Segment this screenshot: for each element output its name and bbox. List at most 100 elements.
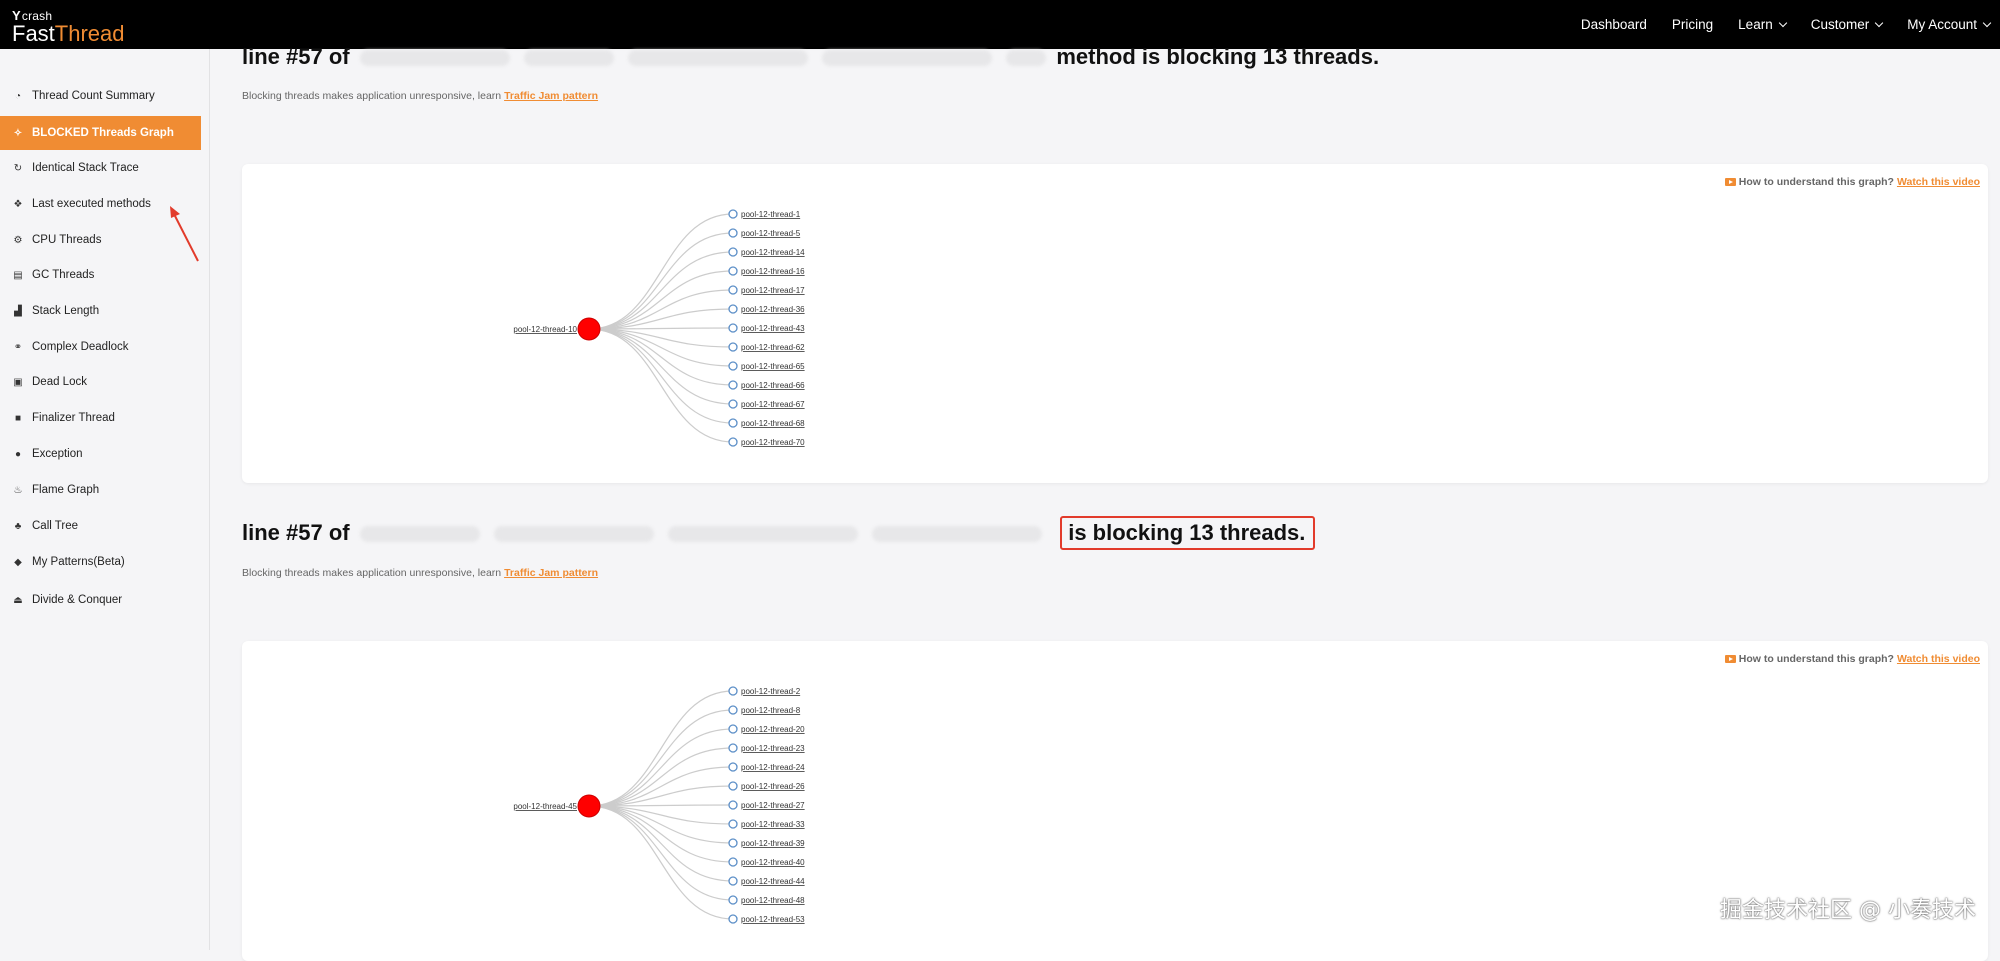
sidebar-item-identical-stack-trace[interactable]: ↻Identical Stack Trace <box>0 151 201 185</box>
blocked-thread-node[interactable] <box>729 877 737 885</box>
blocked-thread-node[interactable] <box>729 782 737 790</box>
blocked-graph-card: How to understand this graph? Watch this… <box>242 164 1988 483</box>
blocked-thread-label[interactable]: pool-12-thread-70 <box>741 438 805 447</box>
chevron-down-icon <box>1983 18 1991 26</box>
redacted-text <box>872 526 1042 542</box>
section-heading: line #57 of is blocking 13 threads. <box>242 516 1315 550</box>
sidebar-item-flame-graph[interactable]: ♨Flame Graph <box>0 473 201 507</box>
blocked-thread-label[interactable]: pool-12-thread-53 <box>741 915 805 924</box>
blocked-thread-node[interactable] <box>729 324 737 332</box>
blocked-thread-node[interactable] <box>729 305 737 313</box>
blocked-thread-node[interactable] <box>729 896 737 904</box>
blocked-thread-label[interactable]: pool-12-thread-16 <box>741 267 805 276</box>
fastthread-logo[interactable]: Ycrash FastThread <box>12 8 125 46</box>
nav-my-account[interactable]: My Account <box>1907 17 1990 32</box>
sidebar-item-my-patterns-beta[interactable]: ◆My Patterns(Beta) <box>0 545 201 579</box>
blocked-thread-node[interactable] <box>729 744 737 752</box>
blocked-thread-node[interactable] <box>729 210 737 218</box>
blocked-thread-label[interactable]: pool-12-thread-24 <box>741 763 805 772</box>
link-icon: ⚭ <box>12 341 24 353</box>
blocked-thread-label[interactable]: pool-12-thread-33 <box>741 820 805 829</box>
blocked-thread-label[interactable]: pool-12-thread-27 <box>741 801 805 810</box>
blocked-thread-node[interactable] <box>729 400 737 408</box>
blocker-thread-label[interactable]: pool-12-thread-10 <box>513 325 577 334</box>
graph-link <box>589 329 733 423</box>
graph-link <box>589 710 733 806</box>
nav-label: Dashboard <box>1581 17 1647 32</box>
sidebar-item-complex-deadlock[interactable]: ⚭Complex Deadlock <box>0 330 201 364</box>
nav-pricing[interactable]: Pricing <box>1672 17 1713 32</box>
sidebar-item-blocked-threads-graph[interactable]: ✧BLOCKED Threads Graph <box>0 116 201 150</box>
section-heading: line #57 of method is blocking 13 thread… <box>242 44 1379 70</box>
dashboard-icon: ◔ <box>12 90 24 102</box>
blocked-thread-node[interactable] <box>729 419 737 427</box>
blocked-thread-node[interactable] <box>729 438 737 446</box>
blocked-thread-label[interactable]: pool-12-thread-5 <box>741 229 801 238</box>
blocked-thread-label[interactable]: pool-12-thread-8 <box>741 706 801 715</box>
blocked-thread-label[interactable]: pool-12-thread-68 <box>741 419 805 428</box>
blocked-thread-node[interactable] <box>729 286 737 294</box>
sidebar-item-thread-count-summary[interactable]: ◔Thread Count Summary <box>0 79 201 113</box>
lock-icon: ▣ <box>12 376 24 388</box>
blocked-thread-label[interactable]: pool-12-thread-66 <box>741 381 805 390</box>
redacted-text <box>360 50 510 66</box>
graph-link <box>589 748 733 806</box>
redacted-text <box>668 526 858 542</box>
graph-link <box>589 233 733 329</box>
sidebar-item-label: Last executed methods <box>32 198 151 210</box>
blocked-thread-label[interactable]: pool-12-thread-67 <box>741 400 805 409</box>
sidebar-item-label: Identical Stack Trace <box>32 162 139 174</box>
blocked-thread-label[interactable]: pool-12-thread-65 <box>741 362 805 371</box>
nav-customer[interactable]: Customer <box>1811 17 1883 32</box>
blocked-thread-node[interactable] <box>729 229 737 237</box>
blocked-thread-node[interactable] <box>729 248 737 256</box>
blocked-thread-node[interactable] <box>729 858 737 866</box>
graph-link <box>589 806 733 843</box>
graph-link <box>589 806 733 881</box>
sidebar-item-dead-lock[interactable]: ▣Dead Lock <box>0 365 201 399</box>
sidebar-item-divide-conquer[interactable]: ⏏Divide & Conquer <box>0 583 201 617</box>
blocker-thread-node[interactable] <box>578 795 600 817</box>
blocker-thread-label[interactable]: pool-12-thread-45 <box>513 802 577 811</box>
blocked-thread-label[interactable]: pool-12-thread-26 <box>741 782 805 791</box>
flame-icon: ♨ <box>12 484 24 496</box>
square-icon: ■ <box>12 412 24 424</box>
blocked-thread-label[interactable]: pool-12-thread-43 <box>741 324 805 333</box>
redacted-text <box>1006 50 1046 66</box>
blocked-thread-node[interactable] <box>729 725 737 733</box>
blocked-thread-node[interactable] <box>729 362 737 370</box>
blocked-thread-node[interactable] <box>729 267 737 275</box>
blocked-thread-node[interactable] <box>729 763 737 771</box>
sidebar-item-stack-length[interactable]: ▟Stack Length <box>0 294 201 328</box>
blocked-thread-label[interactable]: pool-12-thread-2 <box>741 687 801 696</box>
blocked-thread-node[interactable] <box>729 839 737 847</box>
blocked-thread-label[interactable]: pool-12-thread-23 <box>741 744 805 753</box>
traffic-jam-link[interactable]: Traffic Jam pattern <box>504 567 598 579</box>
blocked-thread-label[interactable]: pool-12-thread-14 <box>741 248 805 257</box>
top-navbar: Ycrash FastThread Dashboard Pricing Lear… <box>0 0 2000 49</box>
blocked-thread-node[interactable] <box>729 343 737 351</box>
sidebar-item-exception[interactable]: ●Exception <box>0 437 201 471</box>
blocked-thread-node[interactable] <box>729 706 737 714</box>
blocked-thread-label[interactable]: pool-12-thread-17 <box>741 286 805 295</box>
blocked-thread-label[interactable]: pool-12-thread-48 <box>741 896 805 905</box>
blocked-thread-node[interactable] <box>729 820 737 828</box>
sidebar-item-finalizer-thread[interactable]: ■Finalizer Thread <box>0 401 201 435</box>
blocked-thread-label[interactable]: pool-12-thread-39 <box>741 839 805 848</box>
blocked-thread-node[interactable] <box>729 915 737 923</box>
nav-learn[interactable]: Learn <box>1738 17 1786 32</box>
blocked-thread-label[interactable]: pool-12-thread-62 <box>741 343 805 352</box>
blocker-thread-node[interactable] <box>578 318 600 340</box>
sidebar-item-call-tree[interactable]: ♣Call Tree <box>0 509 201 543</box>
blocked-thread-label[interactable]: pool-12-thread-36 <box>741 305 805 314</box>
blocked-thread-label[interactable]: pool-12-thread-44 <box>741 877 805 886</box>
graph-link <box>589 329 733 366</box>
blocked-thread-node[interactable] <box>729 801 737 809</box>
traffic-jam-link[interactable]: Traffic Jam pattern <box>504 90 598 102</box>
blocked-thread-label[interactable]: pool-12-thread-40 <box>741 858 805 867</box>
blocked-thread-node[interactable] <box>729 687 737 695</box>
blocked-thread-label[interactable]: pool-12-thread-1 <box>741 210 801 219</box>
nav-dashboard[interactable]: Dashboard <box>1581 17 1647 32</box>
blocked-thread-node[interactable] <box>729 381 737 389</box>
blocked-thread-label[interactable]: pool-12-thread-20 <box>741 725 805 734</box>
